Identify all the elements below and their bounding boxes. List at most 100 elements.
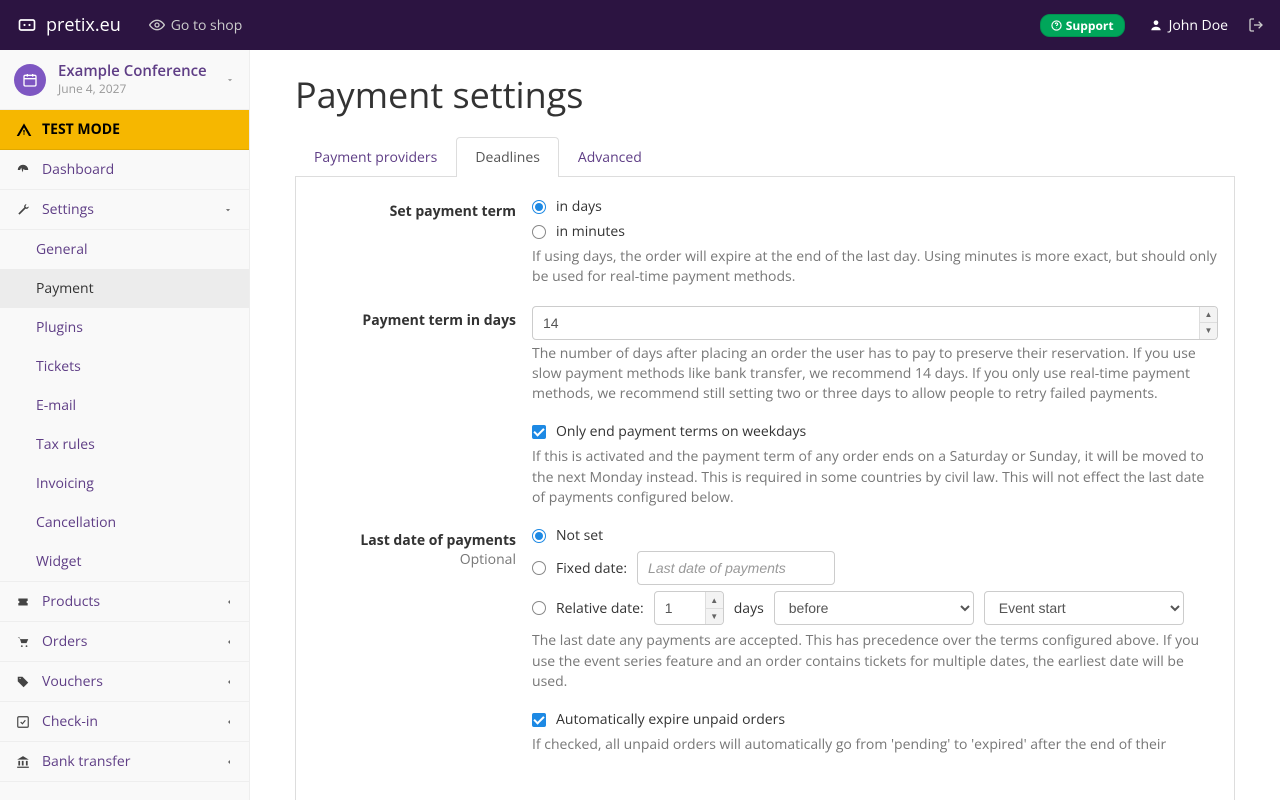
radio-input-not-set[interactable] [532,529,546,543]
checkbox-input-weekdays[interactable] [532,425,546,439]
sidebar-item-label: Plugins [36,318,83,337]
chevron-left-icon [225,757,233,767]
user-menu[interactable]: John Doe [1149,16,1228,35]
input-term-days[interactable] [532,306,1218,340]
label-term-days: Payment term in days [312,306,532,331]
chevron-left-icon [225,597,233,607]
brand-text: pretix.eu [46,13,121,37]
radio-label-fixed: Fixed date: [556,559,627,578]
checkbox-input-auto-expire[interactable] [532,713,546,727]
help-weekdays: If this is activated and the payment ter… [532,447,1218,508]
bank-icon [16,755,32,769]
help-last-date: The last date any payments are accepted.… [532,631,1218,692]
select-before-after[interactable]: before [774,591,974,625]
sidebar-item-checkin[interactable]: Check-in [0,702,249,742]
sidebar-item-plugins[interactable]: Plugins [0,308,249,347]
sidebar-item-payment[interactable]: Payment [0,269,249,308]
label-last-date: Last date of payments Optional [312,526,532,570]
tags-icon [16,675,32,689]
help-set-term: If using days, the order will expire at … [532,247,1218,288]
caret-down-icon [225,75,235,85]
radio-label: Not set [556,526,603,545]
sidebar-item-settings[interactable]: Settings [0,190,249,230]
sidebar: Example Conference June 4, 2027 TEST MOD… [0,50,250,800]
sidebar-item-products[interactable]: Products [0,582,249,622]
brand-link[interactable]: pretix.eu [16,13,121,37]
sidebar-item-email[interactable]: E-mail [0,386,249,425]
top-navbar: pretix.eu Go to shop Support John Doe [0,0,1280,50]
tab-bar: Payment providers Deadlines Advanced [295,137,1235,177]
sidebar-item-label: Invoicing [36,474,94,493]
radio-in-days[interactable]: in days [532,197,1218,216]
sidebar-item-widget[interactable]: Widget [0,542,249,581]
radio-input-in-days[interactable] [532,200,546,214]
go-to-shop-link[interactable]: Go to shop [149,16,243,35]
main-content: Payment settings Payment providers Deadl… [250,50,1280,800]
form-panel: Set payment term in days in minutes If u… [295,177,1235,800]
sidebar-item-tax-rules[interactable]: Tax rules [0,425,249,464]
text-days: days [734,599,764,618]
tab-deadlines[interactable]: Deadlines [456,137,559,177]
sidebar-item-invoicing[interactable]: Invoicing [0,464,249,503]
chevron-down-icon [223,205,233,215]
checkbox-auto-expire[interactable]: Automatically expire unpaid orders [532,710,1218,729]
radio-input-in-minutes[interactable] [532,225,546,239]
sidebar-item-tickets[interactable]: Tickets [0,347,249,386]
sidebar-item-general[interactable]: General [0,230,249,269]
select-anchor[interactable]: Event start [984,591,1184,625]
sidebar-item-label: Orders [42,632,87,651]
input-fixed-date[interactable] [637,551,835,585]
check-square-icon [16,715,32,729]
logout-button[interactable] [1248,17,1264,33]
sidebar-item-label: Cancellation [36,513,116,532]
event-switcher[interactable]: Example Conference June 4, 2027 [0,50,249,110]
sidebar-item-vouchers[interactable]: Vouchers [0,662,249,702]
radio-input-fixed-date[interactable] [532,561,546,575]
checkbox-weekdays[interactable]: Only end payment terms on weekdays [532,422,1218,441]
sidebar-item-label: Widget [36,552,81,571]
brand-logo-icon [16,14,38,36]
label-text: Last date of payments [360,531,516,550]
cart-icon [16,635,32,649]
sidebar-item-dashboard[interactable]: Dashboard [0,150,249,190]
sidebar-item-orders[interactable]: Orders [0,622,249,662]
radio-not-set[interactable]: Not set [532,526,1218,545]
ticket-icon [16,595,32,609]
help-term-days: The number of days after placing an orde… [532,344,1218,405]
radio-in-minutes[interactable]: in minutes [532,222,1218,241]
sidebar-item-label: Products [42,592,100,611]
tab-advanced[interactable]: Advanced [559,137,661,177]
event-date: June 4, 2027 [58,80,207,97]
chevron-left-icon [225,677,233,687]
tab-payment-providers[interactable]: Payment providers [295,137,456,177]
checkbox-label: Only end payment terms on weekdays [556,422,806,441]
chevron-left-icon [225,717,233,727]
eye-icon [149,17,165,33]
label-set-payment-term: Set payment term [312,197,532,222]
support-button[interactable]: Support [1040,14,1125,37]
user-icon [1149,18,1163,32]
checkbox-label: Automatically expire unpaid orders [556,710,785,729]
user-name: John Doe [1169,16,1228,35]
radio-label: in minutes [556,222,625,241]
radio-input-relative-date[interactable] [532,601,546,615]
event-name: Example Conference [58,62,207,80]
calendar-icon [14,64,46,96]
sidebar-item-label: Check-in [42,712,98,731]
sidebar-item-cancellation[interactable]: Cancellation [0,503,249,542]
number-spinner[interactable]: ▲▼ [1199,307,1217,339]
sidebar-item-label: Tax rules [36,435,95,454]
sidebar-item-label: Dashboard [42,160,114,179]
dashboard-icon [16,163,32,177]
sidebar-item-label: Settings [42,200,94,219]
question-icon [1051,20,1062,31]
radio-label: in days [556,197,602,216]
sidebar-item-label: Payment [36,279,94,298]
support-label: Support [1066,17,1114,34]
wrench-icon [16,203,32,217]
number-spinner[interactable]: ▲▼ [705,592,723,624]
sidebar-item-bank-transfer[interactable]: Bank transfer [0,742,249,782]
test-mode-banner: TEST MODE [0,110,249,150]
chevron-left-icon [225,637,233,647]
test-mode-label: TEST MODE [42,120,120,139]
